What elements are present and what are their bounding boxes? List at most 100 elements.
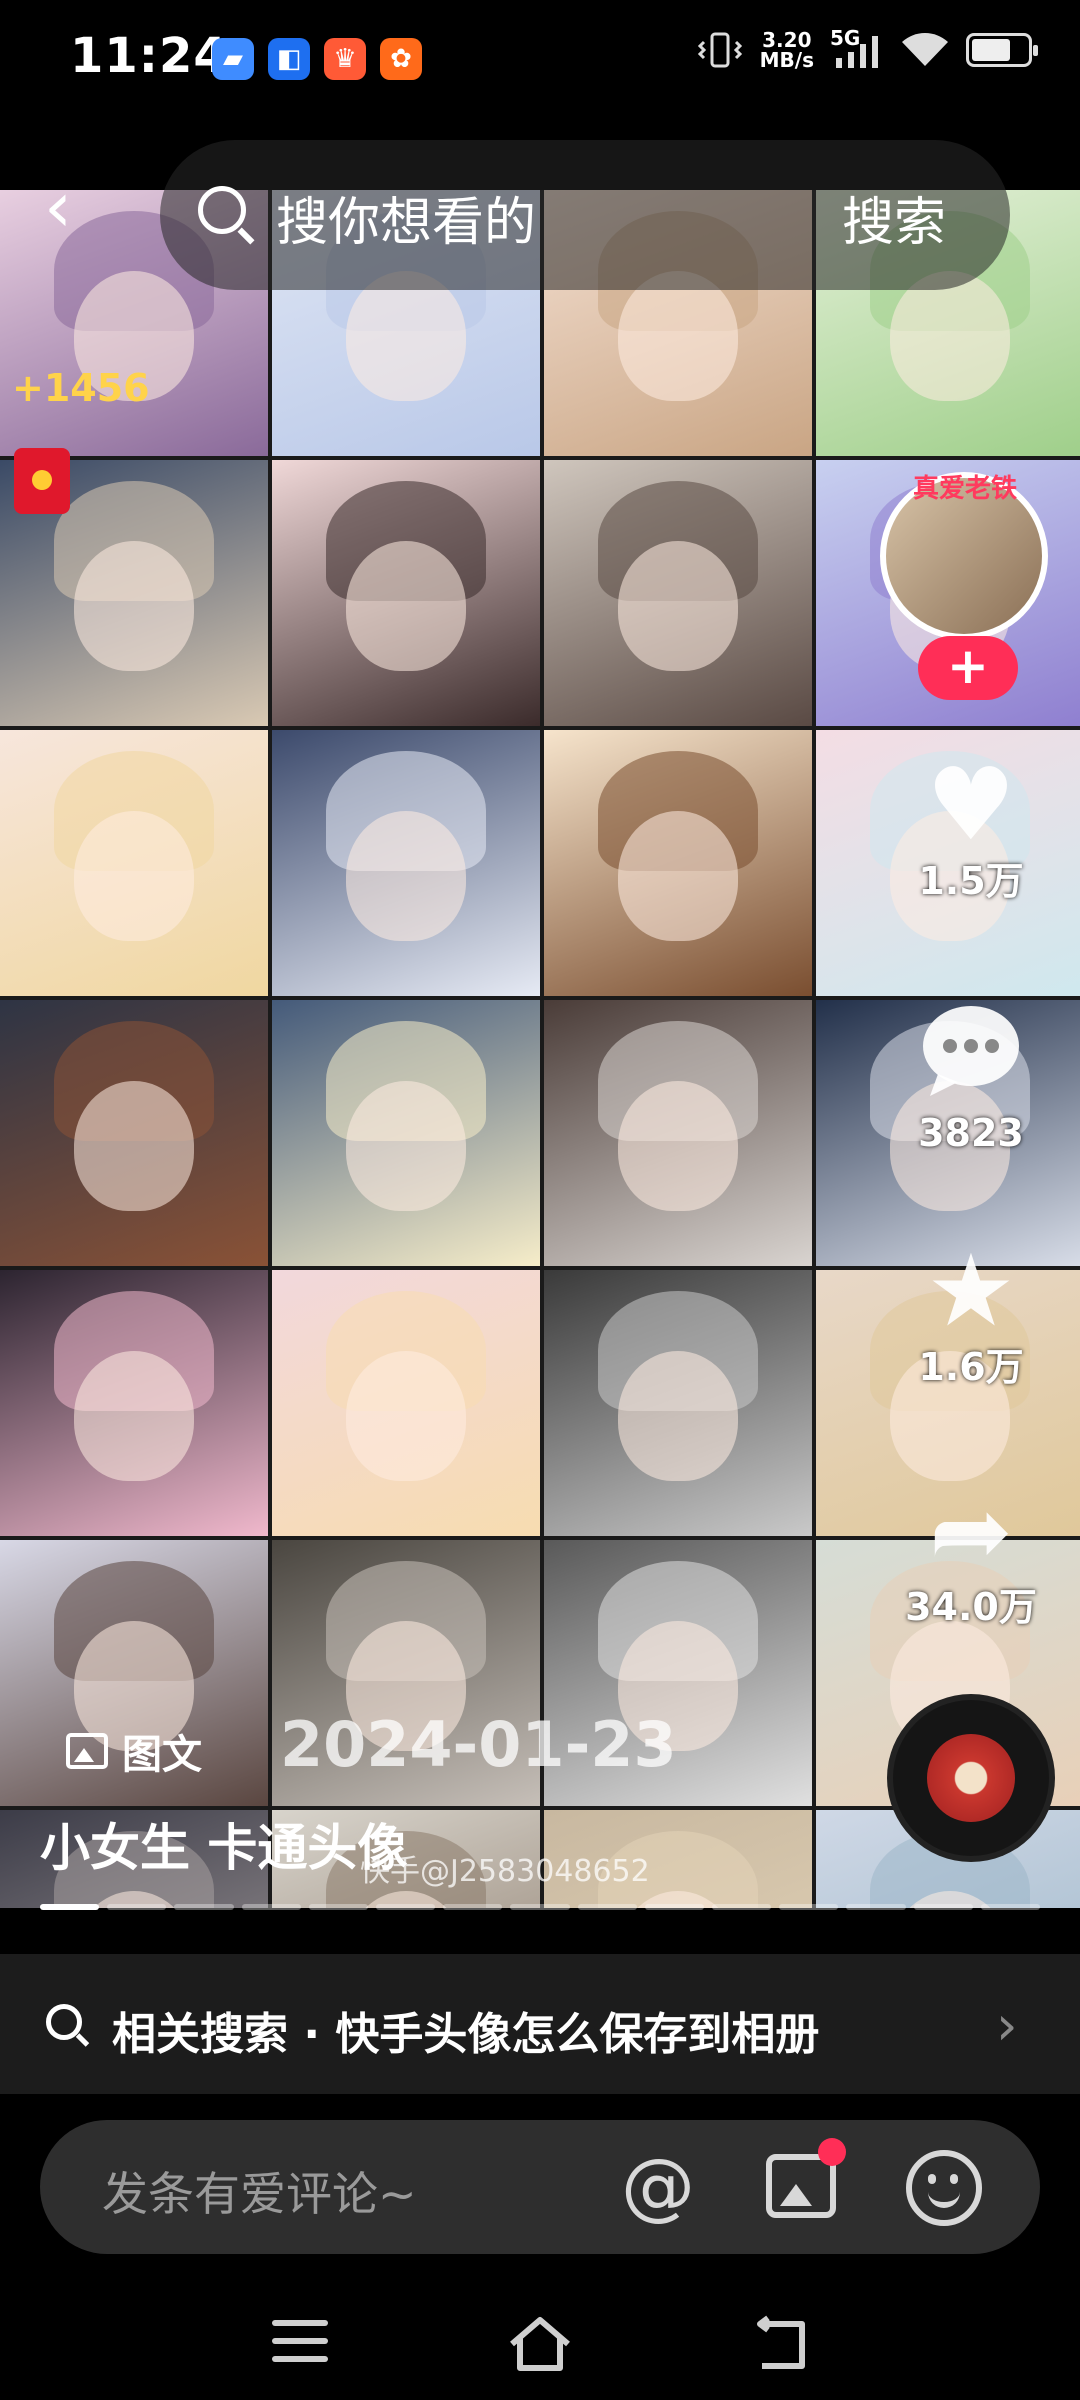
search-input[interactable]: 搜你想看的 <box>276 180 536 255</box>
star-icon: ★ <box>926 1232 1016 1349</box>
image-page-indicator <box>40 1904 1041 1910</box>
wifi-icon <box>902 33 948 66</box>
avatar-tile <box>544 1270 812 1536</box>
share-button[interactable]: ➦ 34.0万 <box>876 1476 1066 1631</box>
comment-input[interactable]: 发条有爱评论~ <box>102 2158 417 2224</box>
vibrate-icon <box>697 32 742 68</box>
share-count: 34.0万 <box>905 1585 1037 1629</box>
post-caption[interactable]: 小女生 卡通头像 <box>40 1808 407 1880</box>
page-dot <box>174 1904 234 1910</box>
page-dot <box>376 1904 436 1910</box>
page-dot <box>40 1904 100 1910</box>
search-icon <box>198 186 246 234</box>
page-dot <box>846 1904 906 1910</box>
post-type-label: 图文 <box>122 1732 202 1778</box>
battery-icon <box>966 33 1038 67</box>
page-dot <box>980 1904 1041 1910</box>
avatar-tile <box>0 730 268 996</box>
page-dot <box>913 1904 973 1910</box>
crown-app-icon: ♛ <box>324 38 366 80</box>
page-dot <box>644 1904 705 1910</box>
tile-face <box>346 1351 466 1482</box>
system-nav-bar <box>0 2290 1080 2400</box>
music-disc-icon[interactable] <box>893 1700 1049 1856</box>
page-dot <box>308 1904 369 1910</box>
speed-unit: MB/s <box>759 48 814 72</box>
collect-count: 1.6万 <box>918 1345 1024 1389</box>
tile-face <box>74 541 194 672</box>
related-search-bar[interactable]: 相关搜索 · 快手头像怎么保存到相册 › <box>0 1954 1080 2094</box>
music-disc-cover <box>927 1734 1015 1822</box>
avatar-tile <box>272 1270 540 1536</box>
home-icon[interactable] <box>506 2314 574 2374</box>
like-count: 1.5万 <box>918 859 1024 903</box>
page-dot <box>779 1904 839 1910</box>
page-dot <box>712 1904 772 1910</box>
page-dot <box>577 1904 637 1910</box>
blue-square-app-icon: ◧ <box>268 38 310 80</box>
tile-face <box>618 541 738 672</box>
tile-face <box>346 811 466 942</box>
avatar-tile <box>272 730 540 996</box>
signal-group: 5G <box>830 26 884 70</box>
status-right: 3.20 MB/s 5G <box>696 26 1038 70</box>
tile-face <box>74 1081 194 1212</box>
avatar-tile <box>544 730 812 996</box>
chevron-right-icon: › <box>996 1994 1018 2057</box>
network-speed: 3.20 MB/s <box>760 30 814 70</box>
tile-face <box>346 541 466 672</box>
post-type-tag: 图文 <box>66 1722 202 1780</box>
status-bar: 11:24 ▰ ◧ ♛ ✿ 3.20 MB/s 5G <box>0 0 1080 120</box>
avatar-tile <box>272 1000 540 1266</box>
comment-button[interactable]: 3823 <box>876 1000 1066 1155</box>
back-icon[interactable] <box>748 2314 812 2374</box>
reward-counter: +1456 <box>12 366 150 410</box>
avatar-tile <box>544 1000 812 1266</box>
avatar-badge: 真爱老铁 <box>912 474 1017 504</box>
search-button[interactable]: 搜索 <box>842 180 946 255</box>
post-date: 2024-01-23 <box>280 1708 677 1781</box>
page-dot <box>107 1904 167 1910</box>
related-search-text[interactable]: 相关搜索 · 快手头像怎么保存到相册 <box>112 1998 819 2062</box>
orange-app-icon: ✿ <box>380 38 422 80</box>
comment-count: 3823 <box>918 1111 1024 1155</box>
share-arrow-icon: ➦ <box>929 1472 1013 1589</box>
avatar-tile <box>544 460 812 726</box>
emoji-icon[interactable] <box>906 2150 982 2226</box>
at-mention-icon[interactable]: @ <box>614 2142 702 2230</box>
tile-face <box>618 811 738 942</box>
notification-icons: ▰ ◧ ♛ ✿ <box>212 38 422 80</box>
follow-button[interactable]: + <box>918 636 1018 700</box>
tile-face <box>618 1351 738 1482</box>
comment-bubble-svg <box>923 1006 1019 1096</box>
tile-face <box>74 1351 194 1482</box>
collect-button[interactable]: ★ 1.6万 <box>876 1236 1066 1391</box>
tile-face <box>618 271 738 402</box>
tile-face <box>74 811 194 942</box>
recent-apps-icon[interactable] <box>272 2320 328 2362</box>
tile-face <box>346 1081 466 1212</box>
avatar-tile <box>0 1000 268 1266</box>
avatar-tile <box>272 460 540 726</box>
notification-dot <box>818 2138 846 2166</box>
comment-input-bar[interactable]: 发条有爱评论~ @ <box>40 2120 1040 2254</box>
search-icon <box>46 2004 82 2040</box>
heart-icon: ♥ <box>926 746 1016 863</box>
image-icon <box>66 1733 108 1769</box>
blue-folder-icon: ▰ <box>212 38 254 80</box>
page-dot <box>241 1904 301 1910</box>
page-dot <box>443 1904 503 1910</box>
watermark: 快手@J2583048652 <box>360 1854 650 1889</box>
like-button[interactable]: ♥ 1.5万 <box>876 750 1066 905</box>
avatar-tile <box>0 1270 268 1536</box>
speed-value: 3.20 <box>762 28 812 52</box>
tile-face <box>890 271 1010 402</box>
comment-bubble-icon <box>876 1000 1066 1121</box>
status-time: 11:24 <box>70 28 228 84</box>
tile-face <box>618 1081 738 1212</box>
back-arrow-icon[interactable]: ‹ <box>44 172 104 242</box>
red-packet-icon[interactable] <box>14 448 70 514</box>
page-dot <box>510 1904 570 1910</box>
tile-face <box>346 271 466 402</box>
signal-icon <box>836 36 878 68</box>
